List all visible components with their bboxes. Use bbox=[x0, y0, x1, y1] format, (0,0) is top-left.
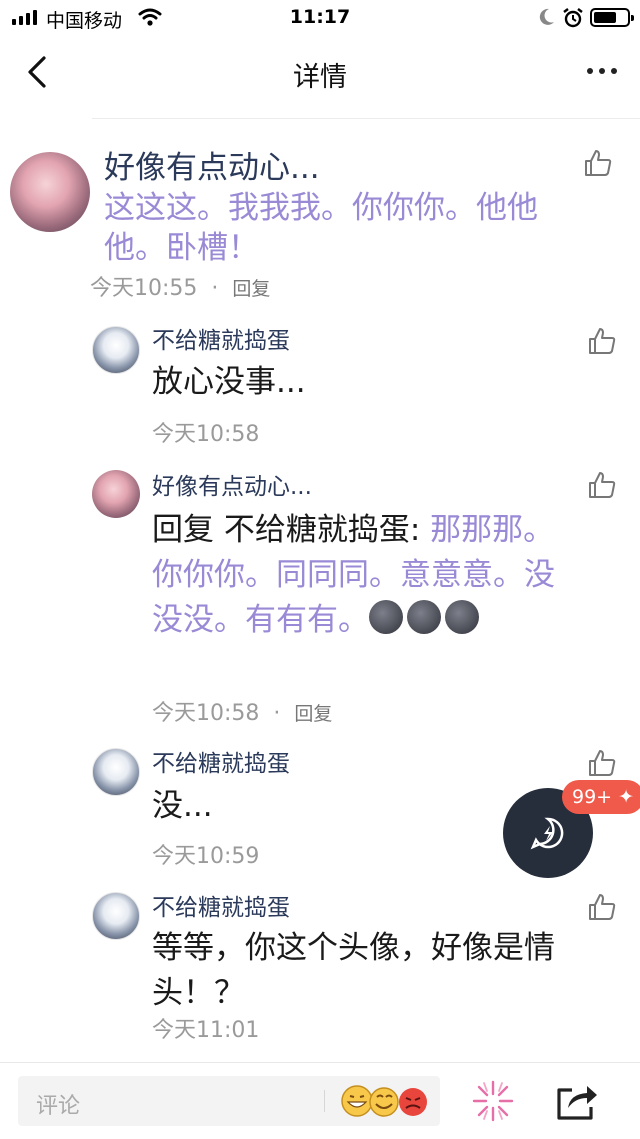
status-bar: 中国移动 11:17 bbox=[0, 0, 640, 36]
do-not-disturb-icon bbox=[539, 8, 554, 25]
comment-text: 等等，你这个头像，好像是情头！？ bbox=[152, 930, 555, 1011]
comment-meta: 今天10:58 · 回复 bbox=[152, 695, 332, 727]
avatar[interactable] bbox=[92, 470, 140, 518]
comment-time: 今天10:55 bbox=[90, 276, 198, 301]
comment-meta: 今天10:55 · 回复 bbox=[90, 270, 270, 302]
comment-time: 今天10:59 bbox=[152, 844, 260, 869]
commenter-name[interactable]: 不给糖就捣蛋 bbox=[152, 325, 290, 357]
like-thumb-icon[interactable] bbox=[587, 892, 617, 922]
emoji-picker-icon[interactable] bbox=[340, 1084, 432, 1118]
dot-icon bbox=[611, 68, 617, 74]
commenter-name[interactable]: 好像有点动心... bbox=[104, 146, 320, 190]
reply-button[interactable]: 回复 bbox=[232, 278, 270, 300]
like-thumb-icon[interactable] bbox=[587, 326, 617, 356]
more-options-button[interactable] bbox=[582, 56, 622, 86]
firework-icon[interactable] bbox=[470, 1078, 516, 1124]
notification-badge: 99+ ✦ bbox=[562, 780, 640, 814]
divider bbox=[92, 118, 640, 119]
like-thumb-icon[interactable] bbox=[587, 470, 617, 500]
avatar[interactable] bbox=[92, 748, 140, 796]
commenter-name[interactable]: 好像有点动心... bbox=[152, 471, 312, 503]
avatar[interactable] bbox=[92, 892, 140, 940]
new-moon-face-icon bbox=[369, 600, 403, 634]
new-moon-face-icon bbox=[407, 600, 441, 634]
comment-time: 今天11:01 bbox=[152, 1018, 260, 1043]
avatar[interactable] bbox=[92, 326, 140, 374]
like-thumb-icon[interactable] bbox=[583, 148, 613, 178]
divider bbox=[0, 1062, 640, 1063]
comment-text: 回复 不给糖就捣蛋: 那那那。你你你。同同同。意意意。没没没。有有有。 bbox=[152, 508, 572, 643]
comment-text: 没... bbox=[152, 788, 213, 824]
comment-text: 放心没事... bbox=[152, 364, 306, 400]
reply-prefix: 回复 不给糖就捣蛋: bbox=[152, 512, 431, 548]
like-thumb-icon[interactable] bbox=[587, 748, 617, 778]
sparkle-icon: ✦ bbox=[618, 786, 635, 808]
comment-input[interactable]: 评论 bbox=[18, 1076, 440, 1126]
new-moon-face-icon bbox=[445, 600, 479, 634]
avatar[interactable] bbox=[10, 152, 90, 232]
separator-dot: · bbox=[211, 276, 219, 301]
comment-placeholder: 评论 bbox=[36, 1094, 81, 1119]
comment-text: 这这这。我我我。你你你。他他他。卧槽！ bbox=[104, 190, 538, 266]
separator-dot: · bbox=[273, 701, 281, 726]
commenter-name[interactable]: 不给糖就捣蛋 bbox=[152, 748, 290, 780]
dot-icon bbox=[587, 68, 593, 74]
reply-button[interactable]: 回复 bbox=[294, 703, 332, 725]
dot-icon bbox=[599, 68, 605, 74]
badge-count: 99+ bbox=[572, 786, 613, 808]
divider bbox=[324, 1090, 325, 1112]
comment-time: 今天10:58 bbox=[152, 701, 260, 726]
commenter-name[interactable]: 不给糖就捣蛋 bbox=[152, 892, 290, 924]
page-title: 详情 bbox=[293, 62, 347, 93]
alarm-icon bbox=[563, 8, 583, 28]
battery-icon bbox=[590, 8, 634, 27]
navigation-bar: 详情 bbox=[0, 36, 640, 108]
share-icon[interactable] bbox=[554, 1080, 600, 1122]
comment-time: 今天10:58 bbox=[152, 422, 260, 447]
